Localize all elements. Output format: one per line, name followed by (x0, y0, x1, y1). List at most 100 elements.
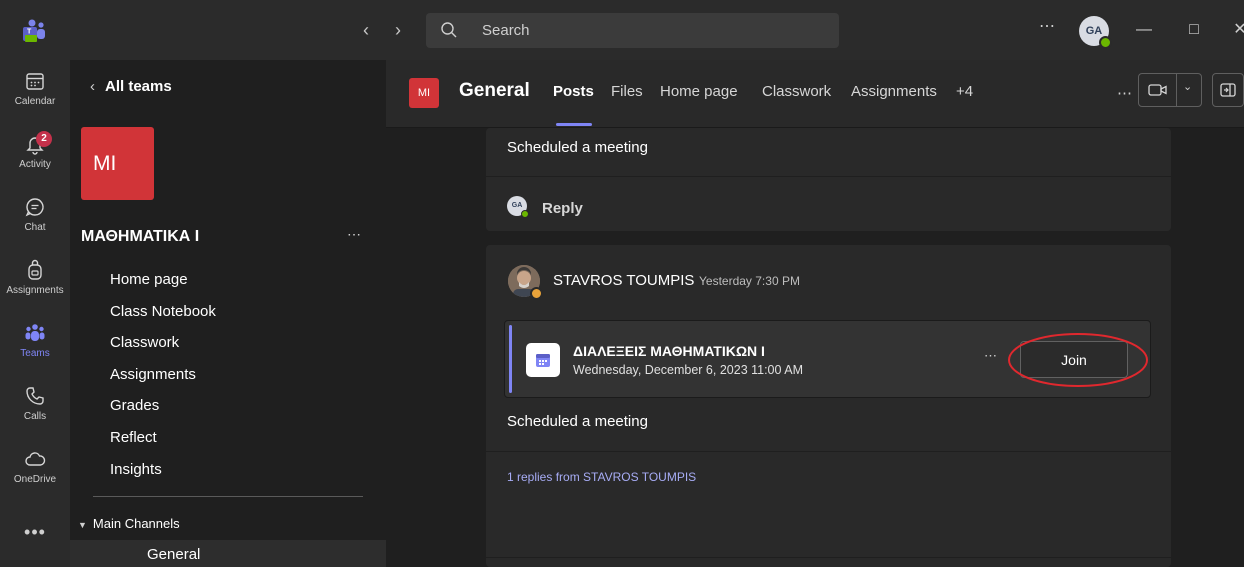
maximize-button[interactable]: □ (1180, 16, 1208, 44)
title-bar: T ‹ › ⋯ GA — □ ✕ (0, 0, 1244, 60)
channels-header-label: Main Channels (92, 516, 180, 531)
search-input[interactable] (482, 13, 822, 48)
post-timestamp: Yesterday 7:30 PM (699, 274, 800, 288)
presence-away-icon (530, 287, 543, 300)
rail-label: Chat (24, 222, 46, 233)
all-teams-link[interactable]: ‹ All teams (90, 78, 172, 98)
replies-link[interactable]: 1 replies from STAVROS TOUMPIS (507, 470, 696, 484)
rail-label: Assignments (6, 285, 64, 296)
meeting-title: ΔΙΑΛΕΞΕΙΣ ΜΑΘΗΜΑΤΙΚΩΝ Ι (573, 343, 765, 359)
avatar-initials: GA (511, 202, 523, 209)
search-icon (441, 22, 457, 38)
divider (486, 176, 1171, 177)
divider (486, 451, 1171, 452)
rail-label: Calls (23, 411, 47, 422)
rail-item-teams[interactable]: Teams (0, 314, 70, 376)
posts-feed: Scheduled a meeting GA Reply STAVROS TOU… (386, 128, 1244, 567)
meeting-calendar-tile (526, 343, 560, 377)
teams-logo-icon: T (23, 19, 45, 42)
channel-header: MI General Posts Files Home page Classwo… (386, 60, 1244, 128)
presence-available-icon (521, 210, 529, 218)
rail-item-calls[interactable]: Calls (0, 377, 70, 439)
rail-item-assignments[interactable]: Assignments (0, 251, 70, 313)
presence-available-icon (1099, 36, 1112, 49)
more-apps-button[interactable]: ••• (0, 522, 70, 543)
tab-assignments[interactable]: Assignments (851, 83, 937, 100)
meeting-card[interactable]: ΔΙΑΛΕΞΕΙΣ ΜΑΘΗΜΑΤΙΚΩΝ Ι Wednesday, Decem… (504, 320, 1151, 398)
team-name: ΜΑΘΗΜΑΤΙΚΑ Ι (81, 228, 200, 245)
tab-classwork[interactable]: Classwork (762, 83, 831, 100)
panel-icon (1220, 83, 1236, 97)
calendar-icon (536, 354, 550, 367)
team-nav-home-page[interactable]: Home page (110, 268, 370, 300)
channel-more-button[interactable]: ⋯ (1117, 84, 1132, 102)
team-nav-class-notebook[interactable]: Class Notebook (110, 300, 370, 332)
channel-title: General (459, 80, 530, 101)
channel-item-general[interactable]: General (70, 540, 386, 567)
all-teams-label: All teams (105, 78, 172, 95)
svg-text:T: T (27, 29, 32, 36)
chevron-down-icon[interactable]: ⌄ (1183, 80, 1192, 93)
teams-icon (25, 324, 45, 341)
phone-icon (26, 387, 44, 405)
meeting-accent-bar (509, 325, 512, 393)
video-camera-icon (1148, 84, 1167, 96)
team-nav-assignments[interactable]: Assignments (110, 363, 370, 395)
avatar: GA (507, 196, 529, 218)
reply-button[interactable]: Reply (542, 200, 583, 217)
caret-down-icon: ▼ (78, 520, 87, 530)
channels-header[interactable]: ▼ Main Channels (78, 516, 180, 531)
team-nav-insights[interactable]: Insights (110, 458, 370, 490)
team-avatar: MI (81, 127, 154, 200)
app-rail: Calendar 2 Activity Chat Assignments Tea… (0, 60, 70, 567)
divider (93, 496, 363, 497)
rail-item-chat[interactable]: Chat (0, 188, 70, 250)
divider (1176, 74, 1177, 106)
meeting-more-button[interactable]: ⋯ (984, 348, 997, 364)
rail-label: Teams (20, 348, 50, 359)
rail-item-calendar[interactable]: Calendar (0, 62, 70, 124)
chevron-left-icon: ‹ (90, 78, 95, 95)
back-arrow-button[interactable]: ‹ (356, 18, 376, 42)
post-card: Scheduled a meeting GA Reply (486, 128, 1171, 231)
team-pane: ‹ All teams MI ΜΑΘΗΜΑΤΙΚΑ Ι ⋯ Home page C… (70, 60, 386, 567)
post-card: STAVROS TOUMPIS Yesterday 7:30 PM ΔΙΑΛΕΞ… (486, 245, 1171, 567)
rail-label: Activity (19, 159, 51, 170)
calendar-icon (26, 73, 44, 90)
activity-badge: 2 (36, 131, 52, 147)
post-author[interactable]: STAVROS TOUMPIS (553, 272, 694, 289)
tab-files[interactable]: Files (611, 83, 643, 100)
minimize-button[interactable]: — (1130, 16, 1158, 44)
highlight-oval (1008, 333, 1148, 387)
tab-home-page[interactable]: Home page (660, 83, 738, 100)
chat-icon (25, 198, 44, 217)
active-tab-indicator (556, 123, 592, 126)
meeting-date: Wednesday, December 6, 2023 11:00 AM (573, 363, 803, 377)
forward-arrow-button[interactable]: › (388, 18, 408, 42)
rail-item-onedrive[interactable]: OneDrive (0, 440, 70, 502)
post-text: Scheduled a meeting (507, 413, 648, 430)
divider (486, 557, 1171, 558)
rail-label: OneDrive (13, 474, 57, 485)
team-more-button[interactable]: ⋯ (347, 226, 361, 243)
team-nav-classwork[interactable]: Classwork (110, 331, 370, 363)
channel-team-avatar: MI (409, 78, 439, 108)
close-button[interactable]: ✕ (1226, 16, 1244, 44)
tab-more-count[interactable]: +4 (956, 83, 973, 100)
team-nav-grades[interactable]: Grades (110, 394, 370, 426)
meet-now-button[interactable]: ⌄ (1138, 73, 1202, 107)
search-box[interactable] (426, 13, 839, 48)
cloud-icon (25, 452, 46, 466)
settings-more-button[interactable]: ⋯ (1036, 19, 1058, 40)
rail-item-activity[interactable]: 2 Activity (0, 125, 70, 187)
open-panel-button[interactable] (1212, 73, 1244, 107)
profile-avatar[interactable]: GA (1079, 16, 1112, 49)
post-text: Scheduled a meeting (507, 139, 648, 156)
backpack-icon (28, 259, 42, 280)
avatar-initials: GA (1085, 25, 1103, 37)
team-nav-reflect[interactable]: Reflect (110, 426, 370, 458)
tab-posts[interactable]: Posts (553, 83, 594, 100)
rail-label: Calendar (14, 96, 56, 107)
author-avatar[interactable] (508, 265, 543, 300)
team-nav: Home page Class Notebook Classwork Assig… (110, 268, 370, 489)
